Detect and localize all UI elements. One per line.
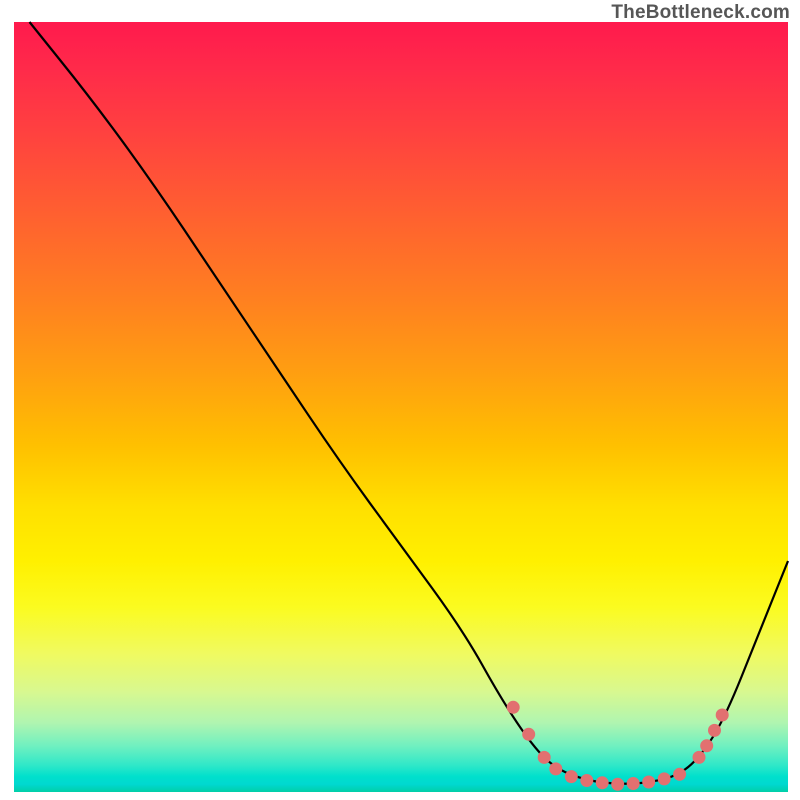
attribution-label: TheBottleneck.com — [611, 2, 790, 24]
chart-container: TheBottleneck.com — [0, 0, 800, 800]
chart-gradient-background — [14, 22, 788, 792]
